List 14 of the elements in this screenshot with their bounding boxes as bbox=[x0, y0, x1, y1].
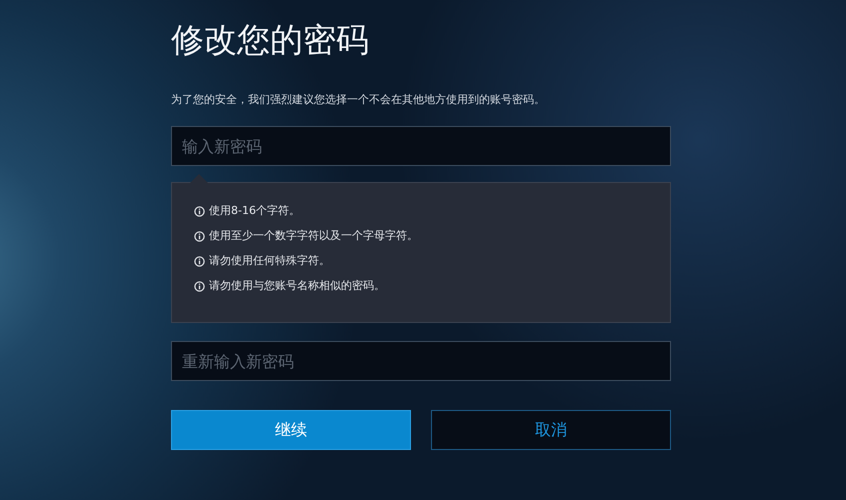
cancel-button[interactable]: 取消 bbox=[431, 410, 671, 450]
info-icon bbox=[194, 230, 205, 242]
description-text: 为了您的安全，我们强烈建议您选择一个不会在其他地方使用到的账号密码。 bbox=[171, 92, 546, 108]
continue-button[interactable]: 继续 bbox=[171, 410, 411, 450]
requirement-text: 请勿使用与您账号名称相似的密码。 bbox=[209, 278, 385, 294]
requirement-text: 请勿使用任何特殊字符。 bbox=[209, 253, 330, 269]
requirement-text: 使用至少一个数字字符以及一个字母字符。 bbox=[209, 228, 418, 244]
new-password-field[interactable]: 输入新密码 bbox=[171, 126, 671, 166]
requirement-text: 使用8-16个字符。 bbox=[209, 203, 300, 219]
info-icon bbox=[194, 280, 205, 292]
info-icon bbox=[194, 256, 205, 266]
confirm-password-field[interactable]: 重新输入新密码 bbox=[171, 341, 671, 381]
info-icon bbox=[194, 206, 205, 216]
page-title: 修改您的密码 bbox=[171, 19, 370, 61]
